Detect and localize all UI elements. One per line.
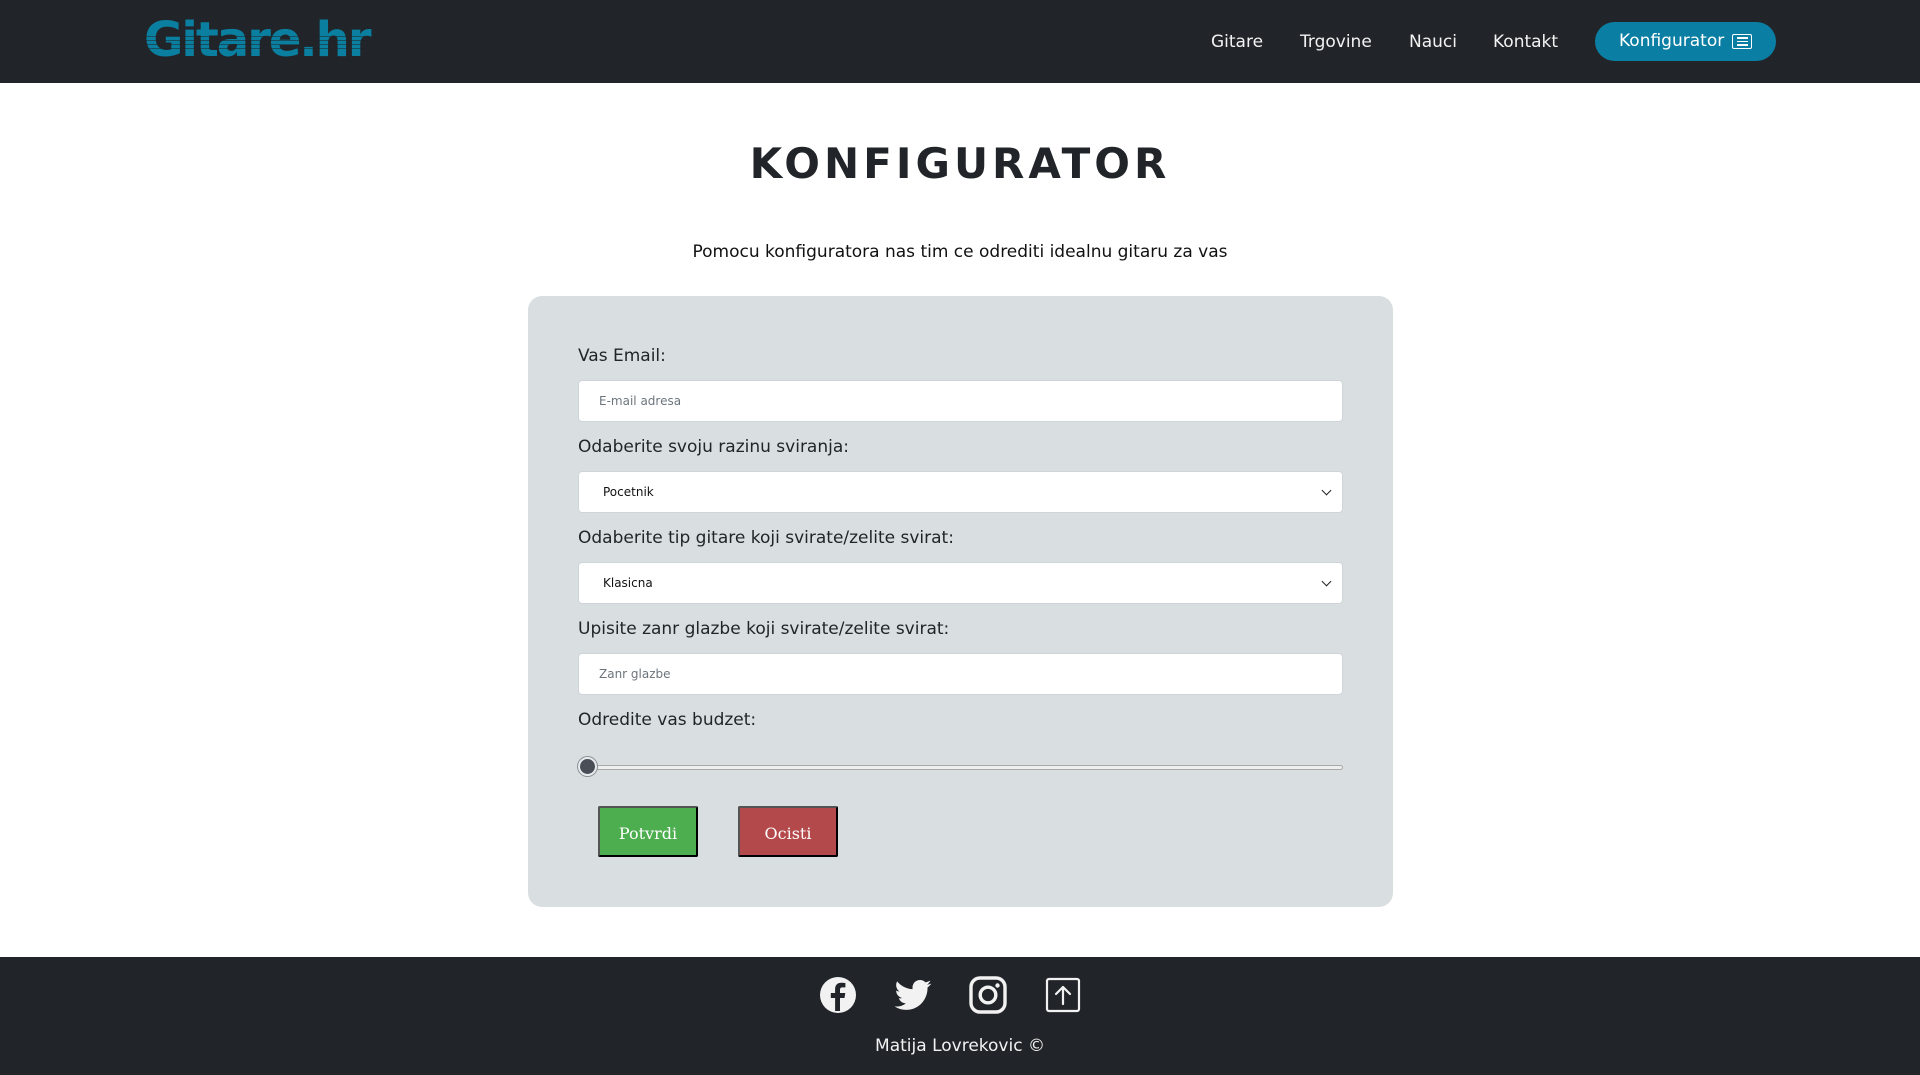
nav-item-trgovine[interactable]: Trgovine <box>1300 30 1372 54</box>
konfigurator-nav-button[interactable]: Konfigurator <box>1595 22 1776 61</box>
twitter-icon[interactable] <box>893 975 933 1015</box>
chevron-down-icon <box>1321 485 1332 496</box>
email-field[interactable] <box>578 380 1343 422</box>
budget-slider-track[interactable] <box>578 765 1343 770</box>
level-selected-value: Pocetnik <box>603 485 654 499</box>
guitar-type-label: Odaberite tip gitare koji svirate/zelite… <box>578 528 954 548</box>
nav-item-gitare[interactable]: Gitare <box>1211 30 1263 54</box>
genre-field[interactable] <box>578 653 1343 695</box>
nav-item-nauci[interactable]: Nauci <box>1409 30 1457 54</box>
page-title: KONFIGURATOR <box>749 139 1171 188</box>
clear-button[interactable]: Ocisti <box>738 806 838 857</box>
level-select[interactable]: Pocetnik <box>578 471 1343 513</box>
guitar-type-select[interactable]: Klasicna <box>578 562 1343 604</box>
brand-logo[interactable]: Gitare.hr <box>144 12 371 68</box>
nav-item-kontakt[interactable]: Kontakt <box>1493 30 1558 54</box>
page-subtitle: Pomocu konfiguratora nas tim ce odrediti… <box>692 242 1228 262</box>
navbar: Gitare.hr Gitare Trgovine Nauci Kontakt … <box>0 0 1920 83</box>
genre-label: Upisite zanr glazbe koji svirate/zelite … <box>578 619 950 639</box>
guitar-type-selected-value: Klasicna <box>603 576 653 590</box>
confirm-button[interactable]: Potvrdi <box>598 806 698 857</box>
arrow-up-icon[interactable] <box>1043 975 1083 1015</box>
chevron-down-icon <box>1321 576 1332 587</box>
brand-logo-text: Gitare.hr <box>144 12 371 68</box>
level-label: Odaberite svoju razinu sviranja: <box>578 437 849 457</box>
budget-slider-thumb[interactable] <box>578 757 597 776</box>
footer-copyright: Matija Lovrekovic © <box>875 1036 1045 1056</box>
configurator-form: Vas Email: Odaberite svoju razinu sviran… <box>528 296 1393 907</box>
list-icon <box>1732 34 1752 49</box>
facebook-icon[interactable] <box>818 975 858 1015</box>
footer: Matija Lovrekovic © <box>0 957 1920 1075</box>
budget-label: Odredite vas budzet: <box>578 710 757 730</box>
instagram-icon[interactable] <box>968 975 1008 1015</box>
email-label: Vas Email: <box>578 346 666 366</box>
konfigurator-nav-label: Konfigurator <box>1619 31 1725 51</box>
